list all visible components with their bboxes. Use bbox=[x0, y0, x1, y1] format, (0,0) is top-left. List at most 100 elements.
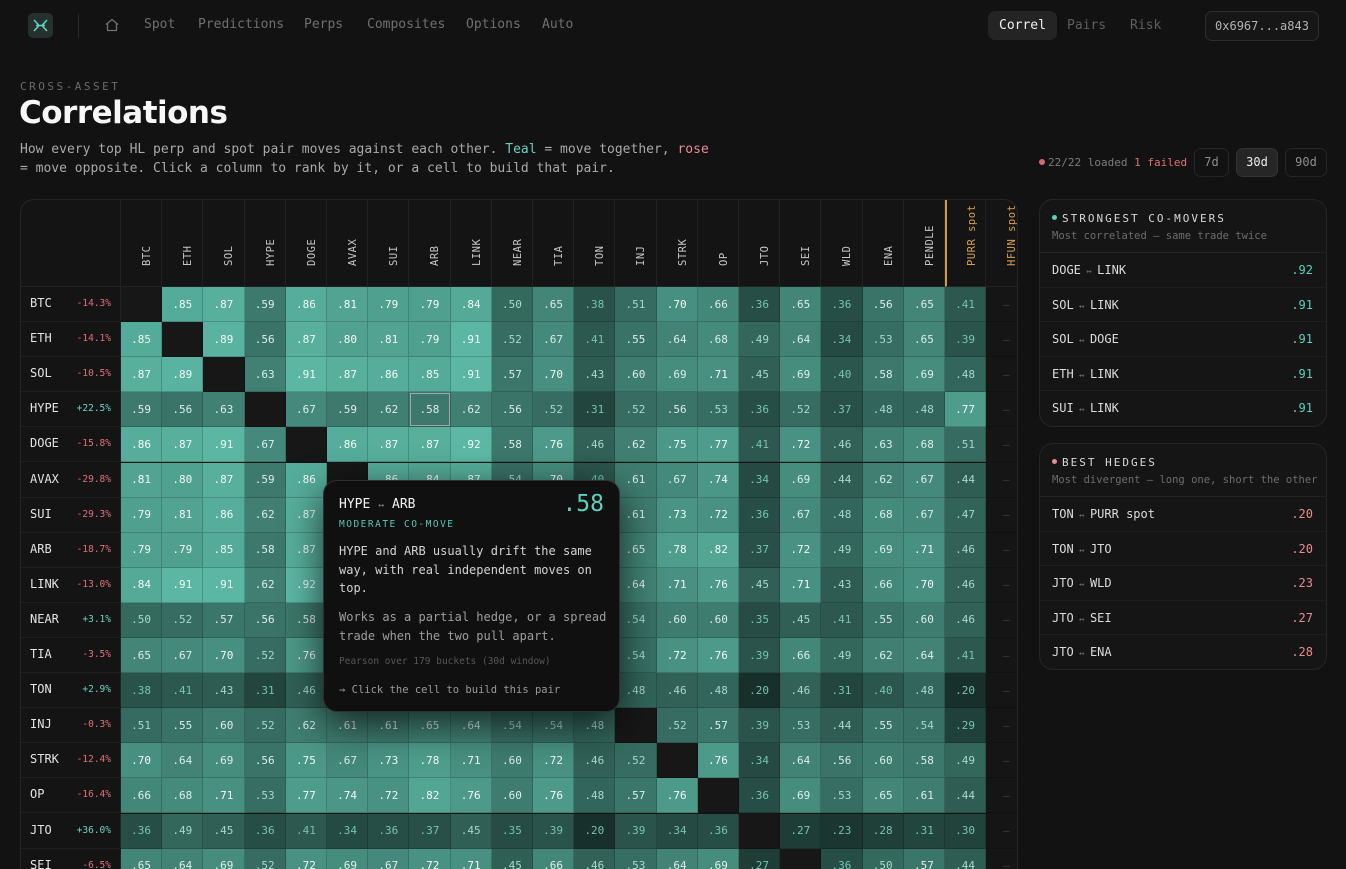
row-header-doge[interactable]: DOGE -15.8% bbox=[21, 427, 121, 463]
corr-cell-inj-sei[interactable]: .53 bbox=[780, 708, 822, 744]
nav-predictions[interactable]: Predictions bbox=[198, 17, 284, 32]
corr-cell-hype-btc[interactable]: .59 bbox=[121, 392, 163, 428]
hedges-row[interactable]: JTO ↔ SEI .27 bbox=[1040, 601, 1326, 635]
corr-cell-strk-btc[interactable]: .70 bbox=[121, 743, 163, 779]
corr-cell-op-avax[interactable]: .74 bbox=[327, 778, 369, 814]
column-header-sei[interactable]: SEI bbox=[780, 200, 822, 287]
corr-cell-sui-jto[interactable]: .36 bbox=[739, 497, 781, 533]
corr-cell-ton-op[interactable]: .48 bbox=[697, 673, 739, 709]
corr-cell-avax-inj[interactable]: .61 bbox=[615, 462, 657, 498]
corr-cell-sol-purr-spot[interactable]: .48 bbox=[945, 357, 987, 393]
nav-spot[interactable]: Spot bbox=[144, 17, 175, 32]
corr-cell-sei-purr-spot[interactable]: .44 bbox=[945, 848, 987, 869]
corr-cell-hype-arb[interactable]: .58 bbox=[409, 392, 451, 428]
corr-cell-tia-inj[interactable]: .54 bbox=[615, 638, 657, 674]
corr-cell-btc-sol[interactable]: .87 bbox=[203, 287, 245, 323]
wallet-button[interactable]: 0x6967...a843 bbox=[1205, 11, 1319, 41]
corr-cell-sol-ena[interactable]: .58 bbox=[862, 357, 904, 393]
corr-cell-op-sol[interactable]: .71 bbox=[203, 778, 245, 814]
corr-cell-ton-ena[interactable]: .40 bbox=[862, 673, 904, 709]
corr-cell-ton-pendle[interactable]: .48 bbox=[903, 673, 945, 709]
corr-cell-ton-wld[interactable]: .31 bbox=[821, 673, 863, 709]
corr-cell-inj-near[interactable]: .54 bbox=[491, 708, 533, 744]
corr-cell-btc-sui[interactable]: .79 bbox=[368, 287, 410, 323]
corr-cell-btc-ton[interactable]: .38 bbox=[574, 287, 616, 323]
corr-cell-inj-arb[interactable]: .65 bbox=[409, 708, 451, 744]
corr-cell-inj-btc[interactable]: .51 bbox=[121, 708, 163, 744]
corr-cell-eth-jto[interactable]: .49 bbox=[739, 322, 781, 358]
corr-cell-inj-tia[interactable]: .54 bbox=[533, 708, 575, 744]
corr-cell-arb-sol[interactable]: .85 bbox=[203, 532, 245, 568]
corr-cell-inj-wld[interactable]: .44 bbox=[821, 708, 863, 744]
corr-cell-jto-arb[interactable]: .37 bbox=[409, 813, 451, 849]
corr-cell-near-sei[interactable]: .45 bbox=[780, 602, 822, 638]
corr-cell-avax-wld[interactable]: .44 bbox=[821, 462, 863, 498]
corr-cell-strk-pendle[interactable]: .58 bbox=[903, 743, 945, 779]
column-header-purr-spot[interactable]: PURR spot bbox=[945, 200, 987, 287]
corr-cell-tia-eth[interactable]: .67 bbox=[162, 638, 204, 674]
window-7d-button[interactable]: 7d bbox=[1194, 148, 1229, 177]
corr-cell-btc-inj[interactable]: .51 bbox=[615, 287, 657, 323]
corr-cell-link-strk[interactable]: .71 bbox=[656, 567, 698, 603]
corr-cell-jto-ton[interactable]: .20 bbox=[574, 813, 616, 849]
nav-auto[interactable]: Auto bbox=[542, 17, 573, 32]
corr-cell-sui-eth[interactable]: .81 bbox=[162, 497, 204, 533]
corr-cell-strk-op[interactable]: .76 bbox=[697, 743, 739, 779]
corr-cell-strk-purr-spot[interactable]: .49 bbox=[945, 743, 987, 779]
corr-cell-sol-op[interactable]: .71 bbox=[697, 357, 739, 393]
corr-cell-arb-op[interactable]: .82 bbox=[697, 532, 739, 568]
corr-cell-sui-pendle[interactable]: .67 bbox=[903, 497, 945, 533]
corr-cell-near-op[interactable]: .60 bbox=[697, 602, 739, 638]
corr-cell-op-tia[interactable]: .76 bbox=[533, 778, 575, 814]
hedges-row[interactable]: TON ↔ PURR spot .20 bbox=[1040, 497, 1326, 532]
corr-cell-hype-near[interactable]: .56 bbox=[491, 392, 533, 428]
tab-risk[interactable]: Risk bbox=[1119, 11, 1172, 40]
corr-cell-sei-near[interactable]: .45 bbox=[491, 848, 533, 869]
corr-cell-jto-hype[interactable]: .36 bbox=[244, 813, 286, 849]
corr-cell-eth-doge[interactable]: .87 bbox=[285, 322, 327, 358]
corr-cell-avax-sol[interactable]: .87 bbox=[203, 462, 245, 498]
corr-cell-eth-sei[interactable]: .64 bbox=[780, 322, 822, 358]
corr-cell-arb-doge[interactable]: .87 bbox=[285, 532, 327, 568]
corr-cell-strk-link[interactable]: .71 bbox=[450, 743, 492, 779]
hedges-row[interactable]: JTO ↔ ENA .28 bbox=[1040, 635, 1326, 669]
corr-cell-sui-sol[interactable]: .86 bbox=[203, 497, 245, 533]
column-header-ena[interactable]: ENA bbox=[862, 200, 904, 287]
corr-cell-link-wld[interactable]: .43 bbox=[821, 567, 863, 603]
corr-cell-doge-pendle[interactable]: .68 bbox=[903, 427, 945, 463]
corr-cell-btc-jto[interactable]: .36 bbox=[739, 287, 781, 323]
row-header-eth[interactable]: ETH -14.1% bbox=[21, 322, 121, 358]
corr-cell-hype-ton[interactable]: .31 bbox=[574, 392, 616, 428]
row-header-tia[interactable]: TIA -3.5% bbox=[21, 638, 121, 674]
corr-cell-tia-ena[interactable]: .62 bbox=[862, 638, 904, 674]
corr-cell-op-ena[interactable]: .65 bbox=[862, 778, 904, 814]
corr-cell-eth-ton[interactable]: .41 bbox=[574, 322, 616, 358]
corr-cell-op-doge[interactable]: .77 bbox=[285, 778, 327, 814]
corr-cell-inj-jto[interactable]: .39 bbox=[739, 708, 781, 744]
hedges-row[interactable]: JTO ↔ WLD .23 bbox=[1040, 566, 1326, 601]
corr-cell-sei-hype[interactable]: .52 bbox=[244, 848, 286, 869]
comovers-row[interactable]: ETH ↔ LINK .91 bbox=[1040, 357, 1326, 391]
corr-cell-sei-jto[interactable]: .27 bbox=[739, 848, 781, 869]
column-header-strk[interactable]: STRK bbox=[656, 200, 698, 287]
corr-cell-eth-arb[interactable]: .79 bbox=[409, 322, 451, 358]
corr-cell-jto-purr-spot[interactable]: .30 bbox=[945, 813, 987, 849]
corr-cell-jto-strk[interactable]: .34 bbox=[656, 813, 698, 849]
corr-cell-tia-btc[interactable]: .65 bbox=[121, 638, 163, 674]
corr-cell-link-pendle[interactable]: .70 bbox=[903, 567, 945, 603]
corr-cell-near-pendle[interactable]: .60 bbox=[903, 602, 945, 638]
corr-cell-link-sol[interactable]: .91 bbox=[203, 567, 245, 603]
corr-cell-near-ena[interactable]: .55 bbox=[862, 602, 904, 638]
corr-cell-inj-ton[interactable]: .48 bbox=[574, 708, 616, 744]
corr-cell-arb-inj[interactable]: .65 bbox=[615, 532, 657, 568]
corr-cell-eth-op[interactable]: .68 bbox=[697, 322, 739, 358]
corr-cell-inj-pendle[interactable]: .54 bbox=[903, 708, 945, 744]
corr-cell-strk-sol[interactable]: .69 bbox=[203, 743, 245, 779]
corr-cell-op-jto[interactable]: .36 bbox=[739, 778, 781, 814]
corr-cell-link-jto[interactable]: .45 bbox=[739, 567, 781, 603]
corr-cell-sol-jto[interactable]: .45 bbox=[739, 357, 781, 393]
corr-cell-op-inj[interactable]: .57 bbox=[615, 778, 657, 814]
corr-cell-doge-strk[interactable]: .75 bbox=[656, 427, 698, 463]
corr-cell-btc-link[interactable]: .84 bbox=[450, 287, 492, 323]
corr-cell-sol-ton[interactable]: .43 bbox=[574, 357, 616, 393]
